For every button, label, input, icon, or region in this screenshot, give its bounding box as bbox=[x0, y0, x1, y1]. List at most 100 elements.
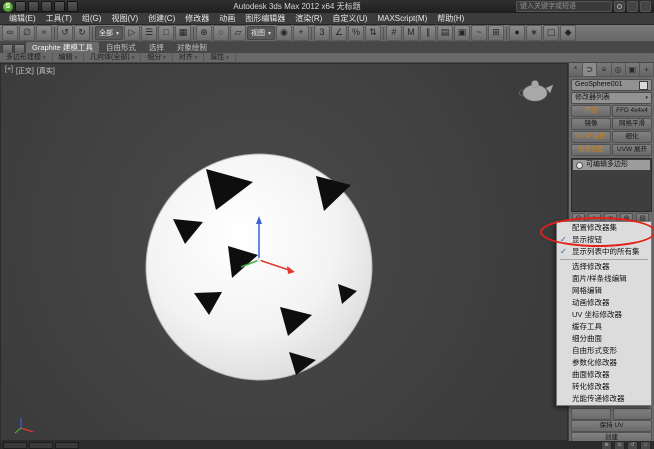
schematic-view-icon[interactable]: ⊞ bbox=[488, 25, 504, 41]
modifier-button-mirror[interactable]: 镜像 bbox=[571, 118, 611, 130]
named-selection-sets-icon[interactable]: # bbox=[386, 25, 402, 41]
modifier-stack[interactable]: 可编辑多边形 bbox=[571, 158, 652, 212]
modifier-button-bevel-profile[interactable]: 倒角剖面 bbox=[571, 144, 611, 156]
maximize-viewport-icon[interactable]: ▱ bbox=[640, 441, 651, 449]
redo-icon[interactable]: ↻ bbox=[74, 25, 90, 41]
menu-rendering[interactable]: 渲染(R) bbox=[290, 13, 327, 25]
help-icon[interactable] bbox=[640, 1, 651, 12]
layer-manager-icon[interactable]: ▤ bbox=[437, 25, 453, 41]
ribbon-panel-subdivision[interactable]: 细分▾ bbox=[141, 53, 173, 63]
ribbon-panel-edit[interactable]: 编辑▾ bbox=[53, 53, 85, 63]
context-menu-item-mesh-editing[interactable]: 网格编辑 bbox=[557, 285, 651, 297]
menu-graph-editors[interactable]: 图形编辑器 bbox=[240, 13, 290, 25]
tab-utilities-icon[interactable]: + bbox=[640, 63, 654, 76]
zoom-icon[interactable]: ⊕ bbox=[601, 441, 612, 449]
keep-uv-button[interactable]: 保持 UV bbox=[571, 420, 652, 432]
context-menu-item-radiosity-modifiers[interactable]: 光能传递修改器 bbox=[557, 393, 651, 405]
graphite-toggle-icon[interactable]: ▣ bbox=[454, 25, 470, 41]
context-menu-item-show-buttons[interactable]: ✓显示按钮 bbox=[557, 234, 651, 246]
object-color-swatch[interactable] bbox=[639, 81, 648, 90]
undo-icon[interactable]: ↺ bbox=[57, 25, 73, 41]
teapot-widget[interactable] bbox=[519, 81, 553, 102]
new-scene-icon[interactable] bbox=[15, 1, 26, 12]
viewport[interactable]: [+] [正交] [真实] bbox=[0, 63, 568, 441]
context-menu-item-uv-coordinate-modifiers[interactable]: UV 坐标修改器 bbox=[557, 309, 651, 321]
material-editor-icon[interactable]: ● bbox=[509, 25, 525, 41]
menu-modifiers[interactable]: 修改器 bbox=[180, 13, 214, 25]
ribbon-panel-geometry-all[interactable]: 几何体(全部)▾ bbox=[84, 53, 141, 63]
search-icon[interactable] bbox=[614, 1, 625, 12]
context-menu-item-show-all-sets[interactable]: ✓显示列表中的所有集 bbox=[557, 246, 651, 258]
viewport-menu-shading[interactable]: [真实] bbox=[37, 66, 55, 76]
tab-freeform[interactable]: 自由形式 bbox=[100, 42, 142, 53]
menu-group[interactable]: 组(G) bbox=[77, 13, 107, 25]
snaps-toggle-icon[interactable]: 3 bbox=[314, 25, 330, 41]
search-input[interactable] bbox=[516, 1, 612, 12]
spinner-snap-icon[interactable]: ⇅ bbox=[365, 25, 381, 41]
stack-item-editable-poly[interactable]: 可编辑多边形 bbox=[573, 160, 650, 170]
modifier-list-dropdown[interactable]: 修改器列表 ▾ bbox=[571, 92, 652, 104]
menu-tools[interactable]: 工具(T) bbox=[41, 13, 77, 25]
modifier-button-extrude[interactable]: 挤出 bbox=[571, 105, 611, 117]
context-menu-item-freeform-deformations[interactable]: 自由形式变形 bbox=[557, 345, 651, 357]
rendered-frame-icon[interactable]: ▢ bbox=[543, 25, 559, 41]
zoom-extents-icon[interactable]: ⊙ bbox=[614, 441, 625, 449]
tab-object-paint[interactable]: 对象绘制 bbox=[171, 42, 213, 53]
ribbon-panel-polygon-modeling[interactable]: 多边形建模▾ bbox=[0, 53, 53, 63]
align-icon[interactable]: ∥ bbox=[420, 25, 436, 41]
context-menu-item-configure-modifier-sets[interactable]: 配置修改器集 bbox=[557, 222, 651, 234]
curve-editor-icon[interactable]: ~ bbox=[471, 25, 487, 41]
modifier-button-uvw-unwrap[interactable]: UVW 展开 bbox=[612, 144, 652, 156]
menu-maxscript[interactable]: MAXScript(M) bbox=[372, 13, 432, 25]
ribbon-panel-properties[interactable]: 属性▾ bbox=[204, 53, 236, 63]
tab-hierarchy-icon[interactable]: ≡ bbox=[597, 63, 611, 76]
viewport-menu-plus[interactable]: [+] bbox=[5, 66, 13, 76]
community-icon[interactable] bbox=[627, 1, 638, 12]
render-production-icon[interactable]: ◆ bbox=[560, 25, 576, 41]
unlink-selection-icon[interactable]: ∅ bbox=[19, 25, 35, 41]
context-menu-item-animation-modifiers[interactable]: 动画修改器 bbox=[557, 297, 651, 309]
render-setup-icon[interactable]: ∗ bbox=[526, 25, 542, 41]
menu-animation[interactable]: 动画 bbox=[214, 13, 240, 25]
select-manipulate-icon[interactable]: + bbox=[293, 25, 309, 41]
viewport-canvas[interactable] bbox=[1, 64, 567, 440]
rollout-button[interactable] bbox=[613, 408, 653, 420]
select-by-name-icon[interactable]: ☰ bbox=[141, 25, 157, 41]
angle-snap-icon[interactable]: ∠ bbox=[331, 25, 347, 41]
select-rotate-icon[interactable]: ○ bbox=[213, 25, 229, 41]
viewport-menu-view[interactable]: [正交] bbox=[16, 66, 34, 76]
orbit-icon[interactable]: ↺ bbox=[627, 441, 638, 449]
modifier-button-uvw-map[interactable]: UVW 贴图 bbox=[571, 131, 611, 143]
menu-create[interactable]: 创建(C) bbox=[143, 13, 180, 25]
menu-views[interactable]: 视图(V) bbox=[106, 13, 143, 25]
reference-coordinate-dropdown[interactable]: 视图 ▾ bbox=[247, 26, 275, 40]
context-menu-item-parametric-modifiers[interactable]: 参数化修改器 bbox=[557, 357, 651, 369]
mirror-icon[interactable]: M bbox=[403, 25, 419, 41]
qat-redo-icon[interactable] bbox=[67, 1, 78, 12]
tab-motion-icon[interactable]: ◎ bbox=[612, 63, 626, 76]
save-file-icon[interactable] bbox=[41, 1, 52, 12]
bind-spacewarp-icon[interactable]: ≈ bbox=[36, 25, 52, 41]
menu-edit[interactable]: 编辑(E) bbox=[4, 13, 41, 25]
context-menu-item-patch-spline-editing[interactable]: 面片/样条线编辑 bbox=[557, 273, 651, 285]
context-menu-item-cache-tools[interactable]: 缓存工具 bbox=[557, 321, 651, 333]
select-move-icon[interactable]: ⊕ bbox=[196, 25, 212, 41]
modifier-button-ffd-4x4x4[interactable]: FFD 4x4x4 bbox=[612, 105, 652, 117]
percent-snap-icon[interactable]: % bbox=[348, 25, 364, 41]
context-menu-item-selection-modifiers[interactable]: 选择修改器 bbox=[557, 261, 651, 273]
window-crossing-icon[interactable]: ▦ bbox=[175, 25, 191, 41]
rollout-button[interactable] bbox=[571, 408, 611, 420]
tab-selection[interactable]: 选择 bbox=[143, 42, 170, 53]
select-object-icon[interactable]: ▷ bbox=[124, 25, 140, 41]
qat-undo-icon[interactable] bbox=[54, 1, 65, 12]
open-file-icon[interactable] bbox=[28, 1, 39, 12]
use-pivot-center-icon[interactable]: ◉ bbox=[276, 25, 292, 41]
modifier-button-meshsmooth[interactable]: 网格平滑 bbox=[612, 118, 652, 130]
tab-modify-icon[interactable]: ⊃ bbox=[583, 63, 597, 76]
select-link-icon[interactable]: ∞ bbox=[2, 25, 18, 41]
menu-customize[interactable]: 自定义(U) bbox=[327, 13, 372, 25]
context-menu-item-surface-modifiers[interactable]: 曲面修改器 bbox=[557, 369, 651, 381]
modifier-button-tessellate[interactable]: 细化 bbox=[612, 131, 652, 143]
tab-graphite-modeling[interactable]: Graphite 建模工具 bbox=[26, 42, 99, 53]
object-name-field[interactable]: GeoSphere001 bbox=[571, 79, 652, 91]
